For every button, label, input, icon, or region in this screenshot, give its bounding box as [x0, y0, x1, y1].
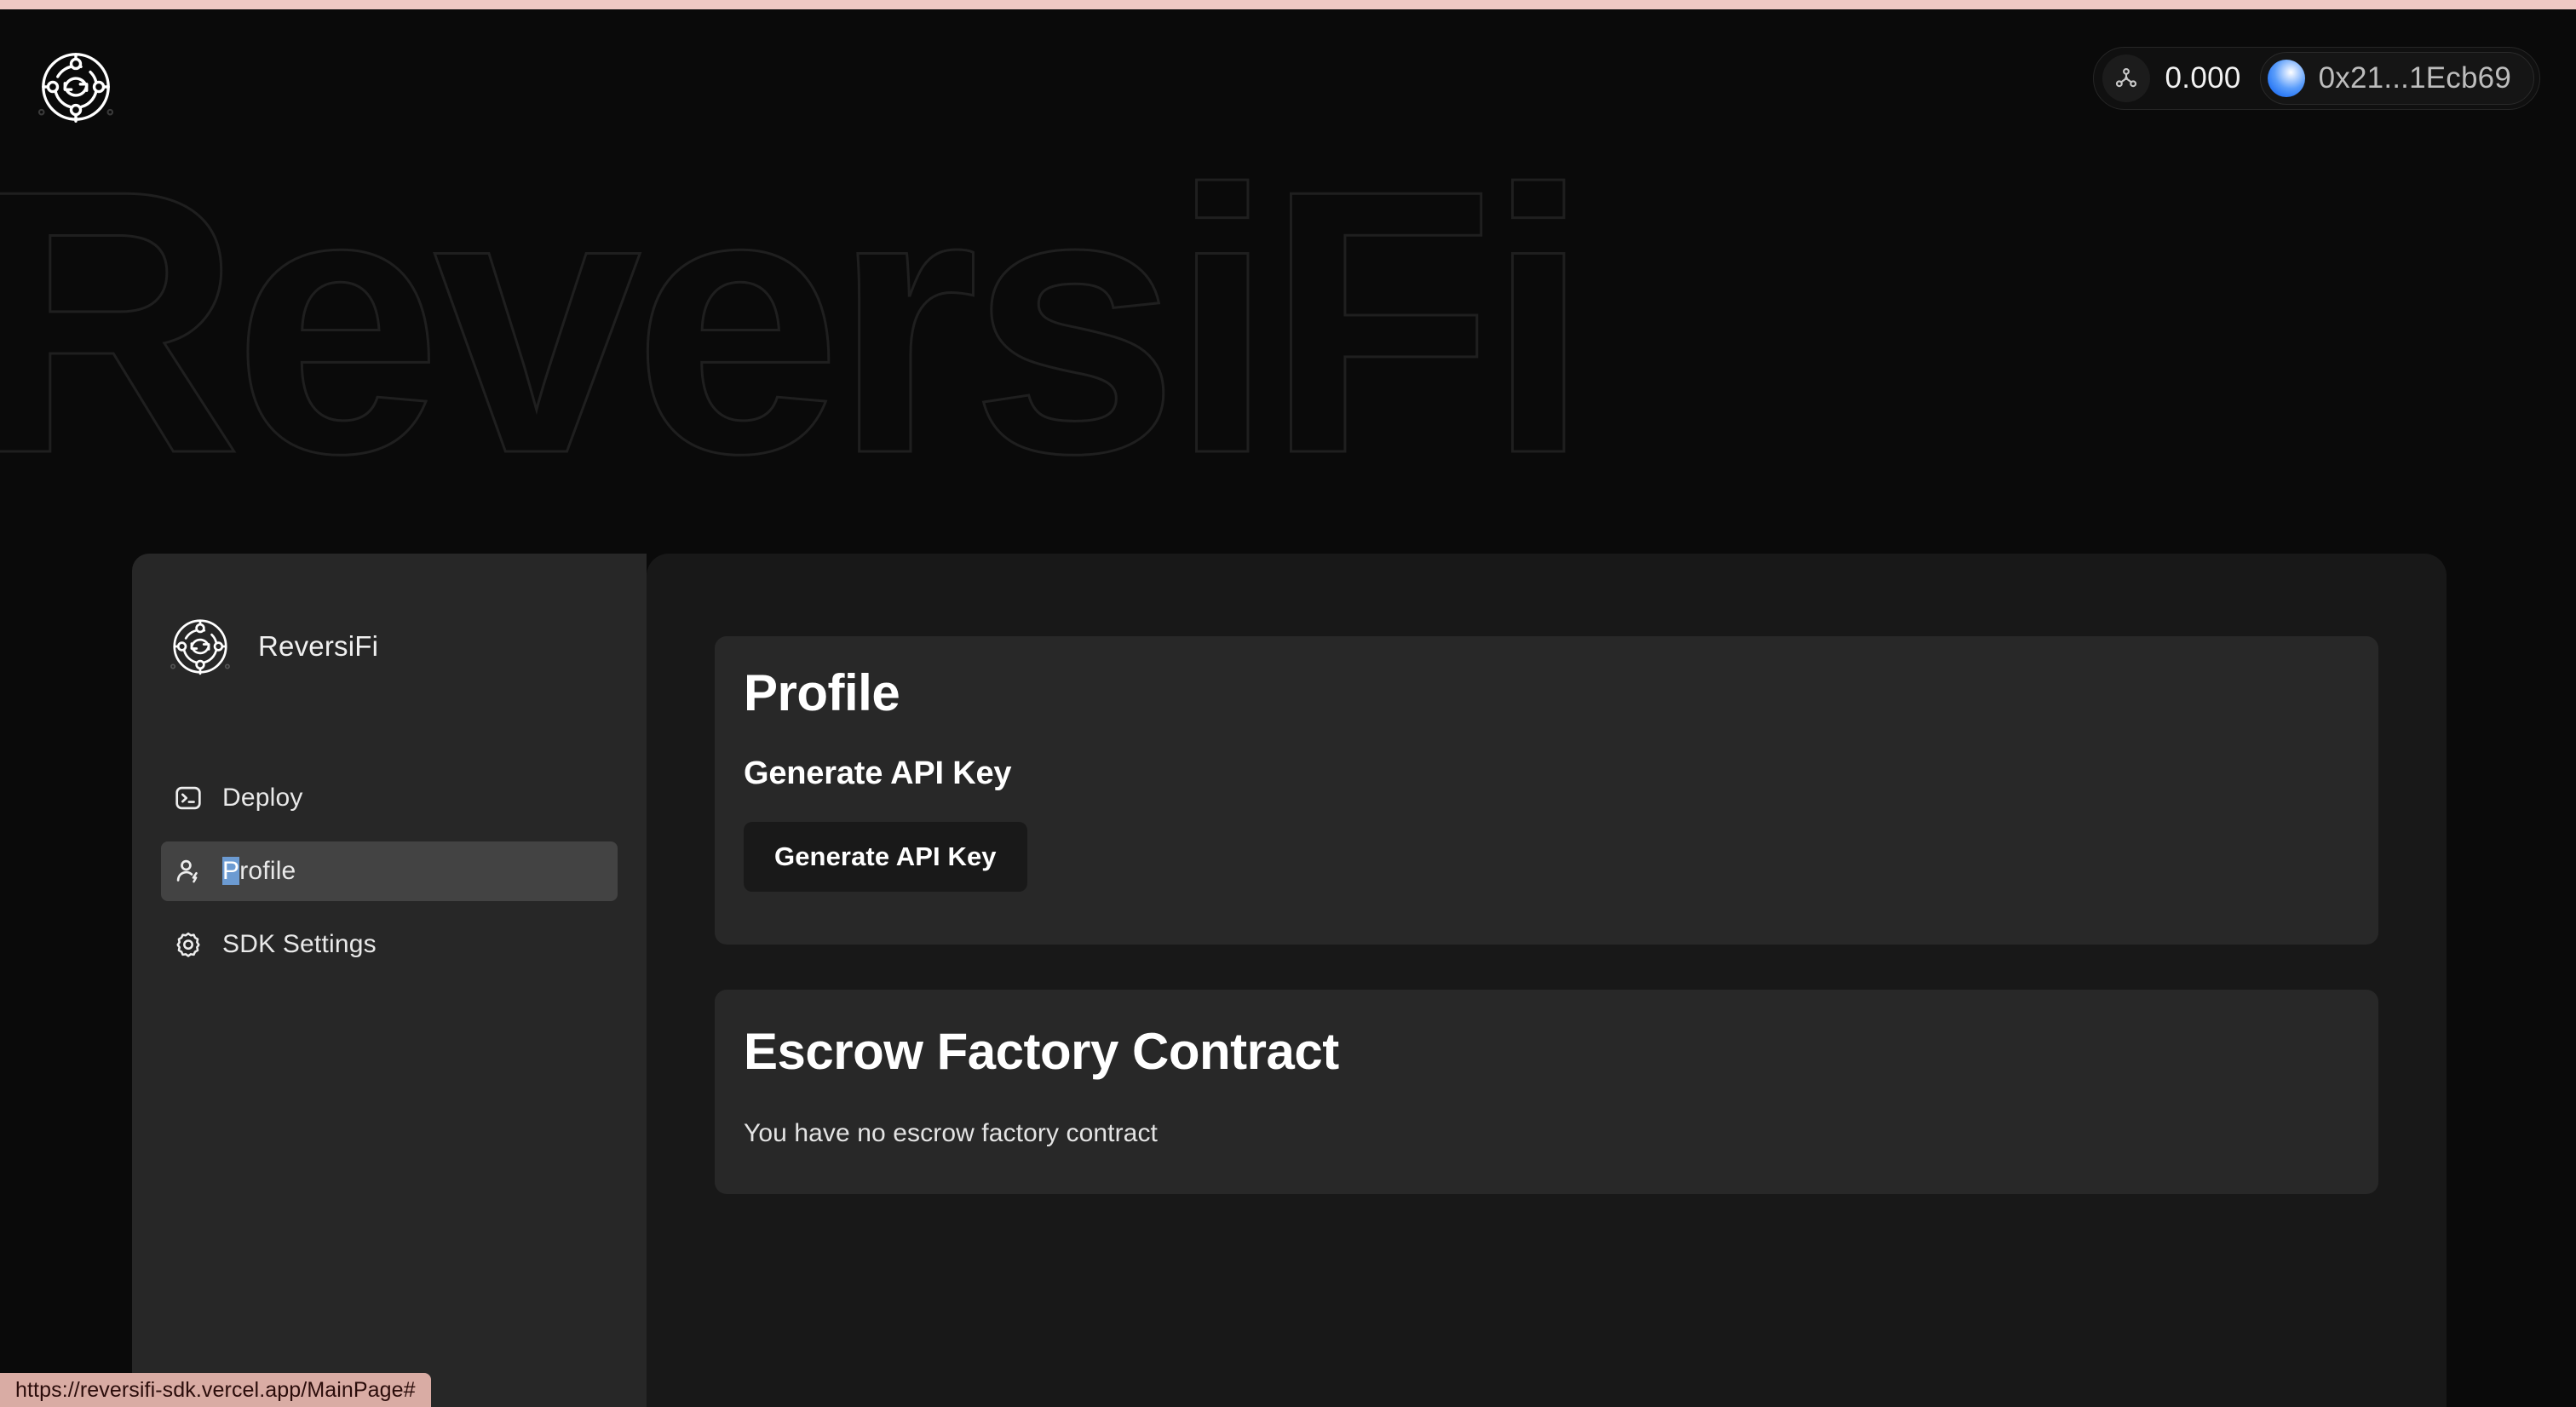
sidebar-item-label: Deploy [222, 784, 303, 812]
sidebar-item-profile[interactable]: Profile [161, 841, 618, 901]
wallet-pill[interactable]: 0.000 0x21...1Ecb69 [2092, 47, 2540, 110]
background-watermark-text: ReversiFi [0, 113, 1592, 531]
browser-top-strip [0, 0, 2576, 9]
profile-card: Profile Generate API Key Generate API Ke… [715, 636, 2378, 945]
dashboard-shell: ReversiFi Deploy Profile SDK Settings Pr… [132, 554, 2447, 1407]
selected-text: P [222, 857, 240, 885]
escrow-factory-card: Escrow Factory Contract You have no escr… [715, 990, 2378, 1194]
generate-api-key-button[interactable]: Generate API Key [744, 822, 1027, 892]
main-content-panel: Profile Generate API Key Generate API Ke… [647, 554, 2447, 1407]
generate-api-key-heading: Generate API Key [744, 755, 1012, 791]
app-page: ReversiFi 0.000 0x21...1Ecb69 ReversiFi … [0, 9, 2576, 1407]
sidebar-nav: Deploy Profile SDK Settings [132, 554, 647, 988]
unselected-text: rofile [239, 857, 296, 885]
reversifi-logo-icon[interactable] [31, 42, 121, 132]
network-nodes-icon[interactable] [2102, 55, 2150, 102]
sidebar-item-label: Profile [222, 857, 296, 886]
wallet-address: 0x21...1Ecb69 [2318, 61, 2511, 95]
page-title: Profile [744, 664, 900, 721]
escrow-factory-title: Escrow Factory Contract [744, 1023, 1339, 1080]
sidebar-item-deploy[interactable]: Deploy [161, 768, 618, 828]
app-header: 0.000 0x21...1Ecb69 [0, 9, 2576, 163]
terminal-icon [173, 783, 204, 813]
escrow-empty-state-text: You have no escrow factory contract [744, 1119, 1158, 1147]
status-bar-url: https://reversifi-sdk.vercel.app/MainPag… [0, 1373, 431, 1407]
user-bolt-icon [173, 856, 204, 887]
sidebar-item-label: SDK Settings [222, 930, 377, 958]
gear-icon [173, 929, 204, 960]
wallet-avatar-icon [2267, 60, 2305, 97]
wallet-account-button[interactable]: 0x21...1Ecb69 [2259, 52, 2534, 105]
sidebar-item-sdk-settings[interactable]: SDK Settings [161, 915, 618, 974]
wallet-balance: 0.000 [2165, 61, 2241, 95]
sidebar: ReversiFi Deploy Profile SDK Settings [132, 554, 647, 1407]
